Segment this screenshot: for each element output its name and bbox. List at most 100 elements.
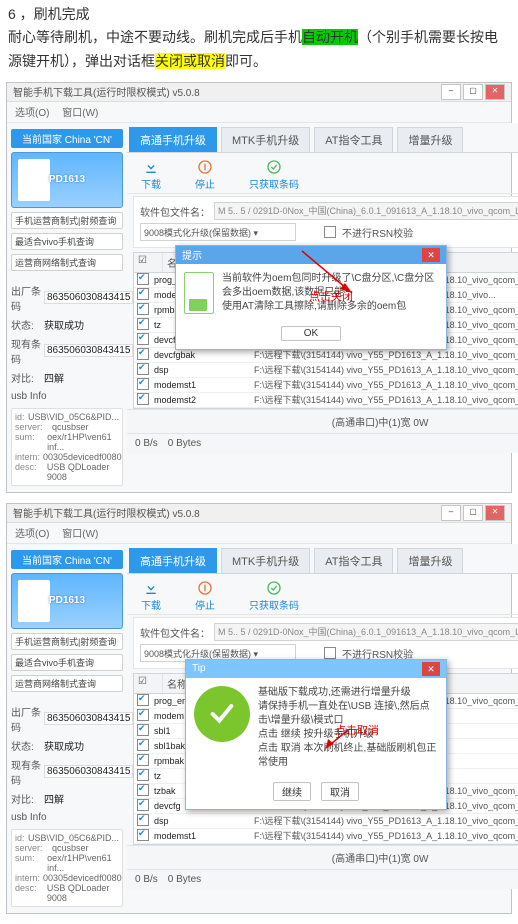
row-location: F:\远程下载\(3154144) vivo_Y55_PD1613_A_1.18… (254, 814, 518, 827)
highlight-auto-boot: 自动开机 (302, 29, 358, 45)
close-icon[interactable]: ✕ (485, 84, 505, 100)
device-model-text: PD1613 (49, 595, 85, 606)
th-select[interactable]: ☑ (134, 253, 163, 272)
sidebar-country-button[interactable]: 当前国家 China 'CN' (11, 129, 123, 148)
table-row[interactable]: dspF:\远程下载\(3154144) vivo_Y55_PD1613_A_1… (134, 814, 518, 829)
tb-stop[interactable]: 停止 (195, 580, 215, 612)
label-factory-code: 出厂条码 (11, 283, 41, 313)
usb-server: qcusbser (52, 843, 89, 853)
tab-qcom-upgrade[interactable]: 高通手机升级 (129, 127, 217, 152)
minimize-icon[interactable]: – (441, 84, 461, 100)
menu-options[interactable]: 选项(O) (15, 529, 49, 540)
row-checkbox[interactable] (137, 318, 149, 330)
usb-intern: 00305devicedf0080 (43, 452, 122, 462)
row-checkbox[interactable] (137, 348, 149, 360)
dialog2-l1: 基础版下载成功,还需进行增量升级 (258, 686, 438, 700)
row-checkbox[interactable] (137, 829, 149, 841)
pkg-label: 软件包文件名： (140, 625, 210, 640)
sidebar-country-button[interactable]: 当前国家 China 'CN' (11, 550, 123, 569)
dialog2-continue-button[interactable]: 继续 (273, 782, 311, 801)
row-checkbox[interactable] (137, 769, 149, 781)
sidebar-link-carrier-rf[interactable]: 手机运营商制式|射频查询 (11, 633, 123, 650)
usb-info-block: id:USB\VID_05C6&PID... server:qcusbser s… (11, 829, 123, 907)
row-checkbox[interactable] (137, 754, 149, 766)
label-current-code: 现有条码 (11, 757, 41, 787)
row-checkbox[interactable] (137, 363, 149, 375)
minimize-icon[interactable]: – (441, 505, 461, 521)
value-state: 获取成功 (44, 738, 84, 753)
sidebar-link-carrier-rf[interactable]: 手机运营商制式|射频查询 (11, 212, 123, 229)
sidebar-link-carrier-net[interactable]: 运营商网络制式查询 (11, 675, 123, 692)
tb-stop-label: 停止 (195, 176, 215, 191)
maximize-icon[interactable]: ▢ (463, 84, 483, 100)
menu-window[interactable]: 窗口(W) (62, 529, 98, 540)
tb-download-label: 下载 (141, 176, 161, 191)
row-name: modemst1 (154, 831, 254, 841)
row-checkbox[interactable] (137, 814, 149, 826)
row-checkbox[interactable] (137, 393, 149, 405)
row-name: devcfgbak (154, 350, 254, 360)
usb-id: USB\VID_05C6&PID... (28, 833, 119, 843)
status-summary: (高通串口)中(1)宽 0W (135, 414, 518, 429)
row-checkbox[interactable] (137, 288, 149, 300)
dialog1-close-icon[interactable]: ✕ (422, 248, 440, 262)
row-checkbox[interactable] (137, 799, 149, 811)
rsn-checkbox[interactable] (324, 647, 336, 659)
menu-window[interactable]: 窗口(W) (62, 108, 98, 119)
dialog2-title: Tip (192, 663, 206, 674)
table-row[interactable]: modemst1F:\远程下载\(3154144) vivo_Y55_PD161… (134, 829, 518, 844)
window-title: 智能手机下载工具(运行时限权模式) v5.0.8 (13, 505, 441, 520)
pkg-path-input[interactable]: M 5.. 5 / 0291D-0Nox_中国(China)_6.0.1_091… (214, 202, 518, 220)
row-location: F:\远程下载\(3154144) vivo_Y55_PD1613_A_1.18… (254, 378, 518, 391)
label-factory-code: 出厂条码 (11, 704, 41, 734)
row-checkbox[interactable] (137, 784, 149, 796)
tab-at-tool[interactable]: AT指令工具 (314, 548, 393, 573)
row-checkbox[interactable] (137, 303, 149, 315)
tb-barcode-label: 只获取条码 (249, 597, 299, 612)
tab-delta-upgrade[interactable]: 增量升级 (397, 127, 463, 152)
rsn-checkbox[interactable] (324, 226, 336, 238)
dialog2-cancel-button[interactable]: 取消 (321, 782, 359, 801)
row-checkbox[interactable] (137, 724, 149, 736)
tab-mtk-upgrade[interactable]: MTK手机升级 (221, 127, 310, 152)
table-row[interactable]: dspF:\远程下载\(3154144) vivo_Y55_PD1613_A_1… (134, 363, 518, 378)
rsn-label: 不进行RSN校验 (342, 225, 413, 240)
sidebar-link-best-vivo[interactable]: 最适合vivo手机查询 (11, 233, 123, 250)
tab-mtk-upgrade[interactable]: MTK手机升级 (221, 548, 310, 573)
row-checkbox[interactable] (137, 694, 149, 706)
table-row[interactable]: modemst2F:\远程下载\(3154144) vivo_Y55_PD161… (134, 393, 518, 408)
row-checkbox[interactable] (137, 739, 149, 751)
dialog1-ok-button[interactable]: OK (281, 326, 341, 341)
row-checkbox[interactable] (137, 333, 149, 345)
row-location: F:\远程下载\(3154144) vivo_Y55_PD1613_A_1.18… (254, 829, 518, 842)
tab-at-tool[interactable]: AT指令工具 (314, 127, 393, 152)
th-select[interactable]: ☑ (134, 674, 163, 693)
maximize-icon[interactable]: ▢ (463, 505, 483, 521)
close-icon[interactable]: ✕ (485, 505, 505, 521)
instr-prefix: 耐心等待刷机，中途不要动线。刷机完成后手机 (8, 29, 302, 45)
pkg-path-input[interactable]: M 5.. 5 / 0291D-0Nox_中国(China)_6.0.1_091… (214, 623, 518, 641)
row-checkbox[interactable] (137, 378, 149, 390)
sidebar-link-best-vivo[interactable]: 最适合vivo手机查询 (11, 654, 123, 671)
tb-download[interactable]: 下载 (141, 580, 161, 612)
tb-barcode-only[interactable]: 只获取条码 (249, 159, 299, 191)
menu-options[interactable]: 选项(O) (15, 108, 49, 119)
row-checkbox[interactable] (137, 273, 149, 285)
tab-qcom-upgrade[interactable]: 高通手机升级 (129, 548, 217, 573)
usb-intern: 00305devicedf0080 (43, 873, 122, 883)
row-checkbox[interactable] (137, 709, 149, 721)
mode-select[interactable]: 9008模式化升级(保留数据) ▾ (140, 223, 296, 241)
tb-download[interactable]: 下载 (141, 159, 161, 191)
tb-stop[interactable]: 停止 (195, 159, 215, 191)
tb-barcode-only[interactable]: 只获取条码 (249, 580, 299, 612)
tab-delta-upgrade[interactable]: 增量升级 (397, 548, 463, 573)
label-state: 状态: (11, 317, 41, 332)
status-summary: (高通串口)中(1)宽 0W (135, 850, 518, 865)
dialog2-close-icon[interactable]: ✕ (422, 662, 440, 676)
table-row[interactable]: modemst1F:\远程下载\(3154144) vivo_Y55_PD161… (134, 378, 518, 393)
annotation-click-cancel: 点击取消 (335, 722, 379, 738)
sidebar-link-carrier-net[interactable]: 运营商网络制式查询 (11, 254, 123, 271)
table-row[interactable]: devcfgbakF:\远程下载\(3154144) vivo_Y55_PD16… (134, 348, 518, 363)
window-title: 智能手机下载工具(运行时限权模式) v5.0.8 (13, 84, 441, 99)
usb-id: USB\VID_05C6&PID... (28, 412, 119, 422)
